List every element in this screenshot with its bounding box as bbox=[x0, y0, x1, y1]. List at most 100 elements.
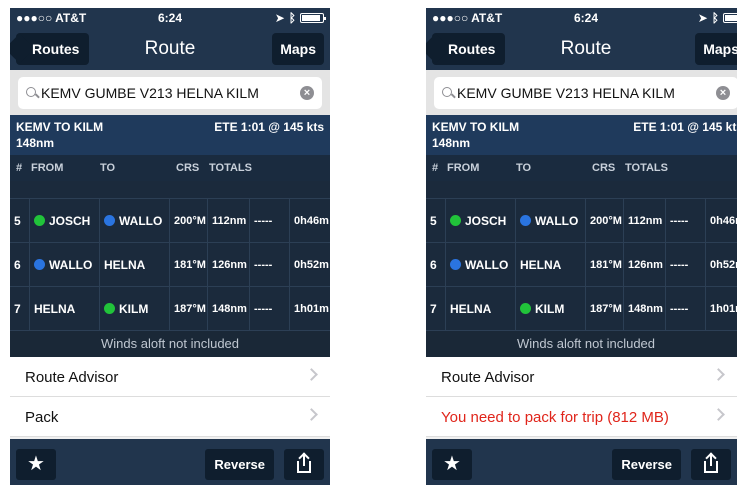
route-advisor-item[interactable]: Route Advisor bbox=[426, 357, 737, 397]
route-search-input[interactable]: KEMV GUMBE V213 HELNA KILM × bbox=[434, 77, 737, 109]
maps-button[interactable]: Maps bbox=[272, 33, 324, 65]
leg-fuel: ----- bbox=[666, 199, 706, 242]
table-row[interactable]: 5 JOSCH WALLO 200°M 112nm ----- 0h46m bbox=[10, 199, 330, 243]
pack-item[interactable]: Pack bbox=[10, 397, 330, 437]
leg-dist: 148nm bbox=[208, 287, 250, 330]
col-crs: CRS bbox=[176, 162, 200, 174]
route-string: KEMV GUMBE V213 HELNA KILM bbox=[41, 85, 259, 101]
col-from: FROM bbox=[447, 162, 480, 174]
bluetooth-icon: ᛒ bbox=[288, 11, 296, 25]
leg-time: 0h52m bbox=[294, 258, 329, 271]
leg-num: 5 bbox=[426, 199, 446, 242]
status-bar: ●●●○○ AT&T 6:24 ➤ ᛒ bbox=[426, 8, 737, 28]
leg-dist: 112nm bbox=[624, 199, 666, 242]
leg-to: WALLO bbox=[516, 199, 586, 242]
leg-dist: 126nm bbox=[624, 243, 666, 286]
bottom-toolbar: ★ Reverse bbox=[426, 443, 737, 485]
green-waypoint-icon bbox=[520, 303, 531, 314]
route-summary: KEMV TO KILM 148nm ETE 1:01 @ 145 kts bbox=[426, 115, 737, 155]
chevron-right-icon bbox=[305, 368, 318, 381]
route-ete: ETE 1:01 @ 145 kts bbox=[214, 120, 324, 134]
leg-from: WALLO bbox=[30, 243, 100, 286]
leg-dist: 112nm bbox=[208, 199, 250, 242]
search-icon bbox=[442, 86, 455, 100]
reverse-button[interactable]: Reverse bbox=[612, 449, 681, 480]
search-icon bbox=[26, 86, 39, 100]
route-advisor-item[interactable]: Route Advisor bbox=[10, 357, 330, 397]
route-distance: 148nm bbox=[432, 136, 471, 150]
bottom-toolbar: ★ Reverse bbox=[10, 443, 330, 485]
pack-warning-item[interactable]: You need to pack for trip (812 MB) bbox=[426, 397, 737, 437]
chevron-right-icon bbox=[712, 408, 725, 421]
leg-fuel: ----- bbox=[250, 243, 290, 286]
leg-num: 6 bbox=[10, 243, 30, 286]
leg-crs: 187°M bbox=[170, 287, 208, 330]
leg-to: KILM bbox=[100, 287, 170, 330]
bluetooth-icon: ᛒ bbox=[711, 11, 719, 25]
legs-table[interactable]: 5 JOSCH WALLO 200°M 112nm ----- 0h46m 6 … bbox=[10, 181, 330, 331]
table-header: # FROM TO CRS TOTALS bbox=[10, 155, 330, 181]
navigation-bar: Routes Route Maps bbox=[426, 28, 737, 70]
table-row[interactable]: 7 HELNA KILM 187°M 148nm ----- 1h01m bbox=[426, 287, 737, 331]
battery-icon bbox=[723, 13, 737, 23]
share-arrow bbox=[710, 454, 712, 466]
leg-time: 1h01m bbox=[710, 302, 737, 315]
share-icon[interactable] bbox=[284, 449, 324, 480]
col-to: TO bbox=[100, 162, 116, 174]
leg-to-label: KILM bbox=[535, 301, 565, 316]
blue-waypoint-icon bbox=[34, 259, 45, 270]
leg-dist: 126nm bbox=[208, 243, 250, 286]
leg-to: WALLO bbox=[100, 199, 170, 242]
share-arrow bbox=[303, 454, 305, 466]
leg-to: KILM bbox=[516, 287, 586, 330]
status-icons: ➤ ᛒ bbox=[274, 11, 326, 25]
page-title: Route bbox=[560, 38, 612, 59]
table-row[interactable]: 6 WALLO HELNA 181°M 126nm ----- 0h52m bbox=[426, 243, 737, 287]
route-ete: ETE 1:01 @ 145 kts bbox=[633, 120, 737, 134]
route-endpoints: KEMV TO KILM bbox=[16, 120, 104, 134]
options-list: Route Advisor You need to pack for trip … bbox=[426, 357, 737, 439]
leg-from-label: JOSCH bbox=[49, 213, 91, 228]
leg-time: 1h01m bbox=[294, 302, 329, 315]
leg-num: 7 bbox=[10, 287, 30, 330]
table-row[interactable]: 7 HELNA KILM 187°M 148nm ----- 1h01m bbox=[10, 287, 330, 331]
leg-from: JOSCH bbox=[446, 199, 516, 242]
leg-crs: 200°M bbox=[170, 199, 208, 242]
table-row[interactable]: 5 JOSCH WALLO 200°M 112nm ----- 0h46m bbox=[426, 199, 737, 243]
navigation-bar: Routes Route Maps bbox=[10, 28, 330, 70]
star-icon[interactable]: ★ bbox=[432, 449, 472, 480]
route-search-input[interactable]: KEMV GUMBE V213 HELNA KILM × bbox=[18, 77, 322, 109]
leg-to-label: WALLO bbox=[535, 213, 579, 228]
table-row[interactable]: 6 WALLO HELNA 181°M 126nm ----- 0h52m bbox=[10, 243, 330, 287]
col-totals: TOTALS bbox=[209, 162, 252, 174]
reverse-button[interactable]: Reverse bbox=[205, 449, 274, 480]
share-icon[interactable] bbox=[691, 449, 731, 480]
location-icon: ➤ bbox=[274, 11, 285, 25]
leg-fuel: ----- bbox=[250, 199, 290, 242]
clear-icon[interactable]: × bbox=[300, 86, 314, 100]
leg-num: 5 bbox=[10, 199, 30, 242]
options-list: Route Advisor Pack bbox=[10, 357, 330, 439]
leg-fuel: ----- bbox=[666, 287, 706, 330]
legs-table[interactable]: 5 JOSCH WALLO 200°M 112nm ----- 0h46m 6 … bbox=[426, 181, 737, 331]
location-icon: ➤ bbox=[697, 11, 708, 25]
status-bar: ●●●○○ AT&T 6:24 ➤ ᛒ bbox=[10, 8, 330, 28]
table-row bbox=[426, 181, 737, 199]
leg-num: 6 bbox=[426, 243, 446, 286]
leg-fuel: ----- bbox=[250, 287, 290, 330]
leg-crs: 181°M bbox=[170, 243, 208, 286]
clear-icon[interactable]: × bbox=[716, 86, 730, 100]
leg-to-label: WALLO bbox=[119, 213, 163, 228]
battery-icon bbox=[300, 13, 326, 23]
leg-fuel: ----- bbox=[666, 243, 706, 286]
maps-button[interactable]: Maps bbox=[695, 33, 737, 65]
leg-from: WALLO bbox=[446, 243, 516, 286]
star-icon[interactable]: ★ bbox=[16, 449, 56, 480]
leg-time: 0h46m bbox=[710, 214, 737, 227]
pack-label: Pack bbox=[25, 409, 59, 426]
col-to: TO bbox=[516, 162, 532, 174]
leg-from: JOSCH bbox=[30, 199, 100, 242]
search-bar: KEMV GUMBE V213 HELNA KILM × bbox=[10, 70, 330, 115]
status-icons: ➤ ᛒ bbox=[698, 11, 737, 25]
leg-to: HELNA bbox=[100, 243, 170, 286]
